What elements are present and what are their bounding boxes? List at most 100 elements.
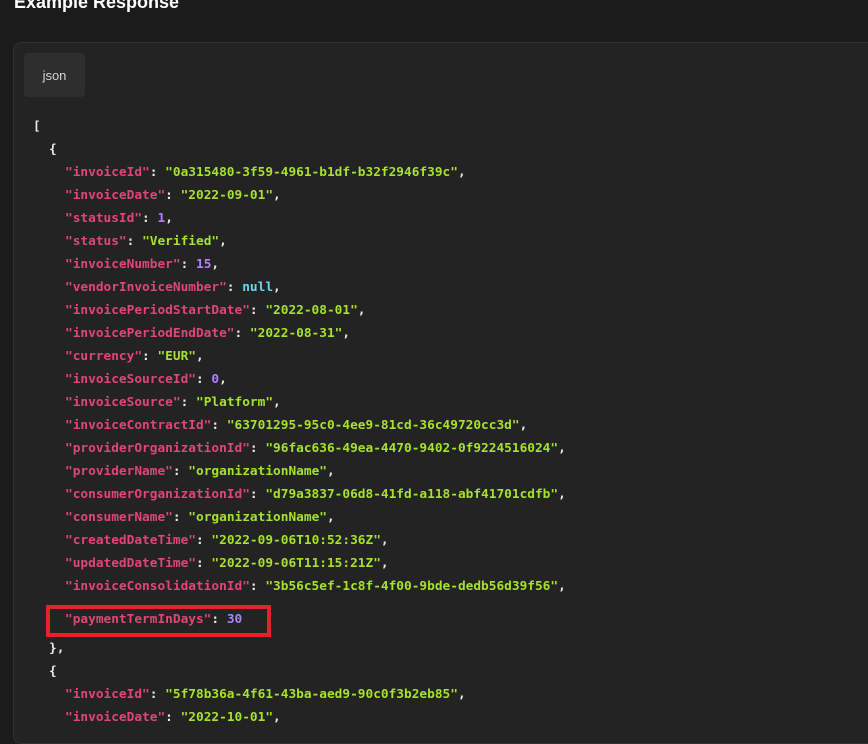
json-value: "5f78b36a-4f61-43ba-aed9-90c0f3b2eb85"	[165, 687, 458, 702]
json-colon: :	[234, 326, 250, 341]
json-value: "EUR"	[157, 349, 196, 364]
json-value: "63701295-95c0-4ee9-81cd-36c49720cc3d"	[226, 418, 520, 433]
json-colon: :	[249, 303, 266, 318]
json-key: "invoiceSource"	[65, 395, 181, 410]
json-comma: ,	[326, 464, 335, 479]
json-value: "96fac636-49ea-4470-9402-0f9224516024"	[265, 441, 559, 456]
json-key: "status"	[65, 234, 127, 249]
json-key: "updatedDateTime"	[65, 556, 196, 571]
code-line: "invoiceSource": "Platform",	[65, 391, 281, 414]
json-key: "createdDateTime"	[65, 533, 196, 548]
json-colon: :	[172, 464, 189, 479]
json-comma: ,	[558, 441, 566, 456]
json-comma: ,	[196, 349, 204, 364]
json-value: 15	[196, 257, 212, 272]
json-comma: ,	[273, 280, 281, 295]
json-key: "invoiceNumber"	[65, 257, 181, 272]
json-value: "organizationName"	[188, 510, 327, 525]
json-colon: :	[195, 556, 212, 571]
json-comma: ,	[273, 395, 281, 410]
json-key: "invoiceDate"	[65, 188, 166, 203]
json-value: "organizationName"	[188, 464, 327, 479]
json-colon: :	[195, 533, 212, 548]
json-colon: :	[249, 579, 266, 594]
json-value: null	[242, 280, 274, 295]
json-colon: :	[165, 710, 181, 725]
json-comma: ,	[165, 211, 173, 226]
json-key: "invoiceSourceId"	[65, 372, 196, 387]
json-colon: :	[211, 418, 227, 433]
json-comma: ,	[558, 579, 566, 594]
code-line: "invoiceId": "0a315480-3f59-4961-b1df-b3…	[65, 161, 466, 184]
code-line: "vendorInvoiceNumber": null,	[65, 276, 281, 299]
json-value: "3b56c5ef-1c8f-4f00-9bde-dedb56d39f56"	[265, 579, 559, 594]
json-colon: :	[195, 372, 212, 387]
json-value: 0	[211, 372, 220, 387]
json-key: "providerOrganizationId"	[65, 441, 250, 456]
json-comma: ,	[342, 326, 351, 341]
code-open-brace: {	[49, 664, 57, 679]
code-line: "invoiceSourceId": 0,	[65, 368, 227, 391]
json-comma: ,	[326, 510, 335, 525]
json-key: "invoiceId"	[65, 687, 150, 702]
json-key: "invoicePeriodStartDate"	[65, 303, 250, 318]
page-title: Example Response	[14, 0, 180, 12]
code-line: "invoiceId": "5f78b36a-4f61-43ba-aed9-90…	[65, 683, 466, 706]
json-colon: :	[126, 234, 143, 249]
json-value: "2022-10-01"	[180, 710, 274, 725]
json-comma: ,	[273, 188, 281, 203]
json-key: "invoicePeriodEndDate"	[65, 326, 235, 341]
json-comma: ,	[457, 687, 466, 702]
json-comma: ,	[380, 533, 389, 548]
json-key: "consumerName"	[65, 510, 173, 525]
code-line: "providerOrganizationId": "96fac636-49ea…	[65, 437, 566, 460]
json-colon: :	[172, 510, 189, 525]
json-colon: :	[142, 349, 158, 364]
code-close-brace: },	[49, 641, 65, 656]
code-line: "invoicePeriodStartDate": "2022-08-01",	[65, 299, 366, 322]
json-key: "invoiceConsolidationId"	[65, 579, 250, 594]
json-colon: :	[180, 395, 196, 410]
code-line: "invoiceDate": "2022-10-01",	[65, 706, 281, 729]
code-line: "updatedDateTime": "2022-09-06T11:15:21Z…	[65, 552, 389, 575]
json-value: "2022-09-06T10:52:36Z"	[211, 533, 381, 548]
code-line: "invoiceDate": "2022-09-01",	[65, 184, 281, 207]
json-comma: ,	[558, 487, 566, 502]
json-colon: :	[249, 487, 266, 502]
json-comma: ,	[211, 257, 220, 272]
json-value: "2022-08-31"	[249, 326, 343, 341]
json-comma: ,	[519, 418, 528, 433]
json-comma: ,	[273, 710, 281, 725]
tab-json[interactable]: json	[24, 53, 85, 97]
json-comma: ,	[219, 372, 227, 387]
json-value: "2022-09-01"	[180, 188, 274, 203]
json-key: "statusId"	[65, 211, 143, 226]
highlight-box	[46, 605, 271, 637]
json-key: "invoiceDate"	[65, 710, 166, 725]
json-key: "invoiceId"	[65, 165, 150, 180]
json-colon: :	[226, 280, 243, 295]
json-colon: :	[149, 687, 166, 702]
json-key: "vendorInvoiceNumber"	[65, 280, 227, 295]
json-key: "consumerOrganizationId"	[65, 487, 250, 502]
code-line: "invoiceNumber": 15,	[65, 253, 219, 276]
json-value: "2022-08-01"	[265, 303, 358, 318]
code-line: "consumerOrganizationId": "d79a3837-06d8…	[65, 483, 566, 506]
code-line: "currency": "EUR",	[65, 345, 204, 368]
json-value: "Platform"	[196, 395, 274, 410]
json-key: "currency"	[65, 349, 143, 364]
code-line: "invoiceConsolidationId": "3b56c5ef-1c8f…	[65, 575, 566, 598]
code-line: "statusId": 1,	[65, 207, 173, 230]
json-key: "providerName"	[65, 464, 173, 479]
code-line: "invoicePeriodEndDate": "2022-08-31",	[65, 322, 350, 345]
json-comma: ,	[457, 165, 466, 180]
json-colon: :	[180, 257, 196, 272]
json-value: "0a315480-3f59-4961-b1df-b32f2946f39c"	[165, 165, 458, 180]
json-comma: ,	[219, 234, 227, 249]
code-line: "consumerName": "organizationName",	[65, 506, 335, 529]
code-open-bracket: [	[33, 119, 41, 134]
json-value: "Verified"	[142, 234, 220, 249]
json-value: "2022-09-06T11:15:21Z"	[211, 556, 381, 571]
json-colon: :	[165, 188, 181, 203]
code-line: "createdDateTime": "2022-09-06T10:52:36Z…	[65, 529, 389, 552]
